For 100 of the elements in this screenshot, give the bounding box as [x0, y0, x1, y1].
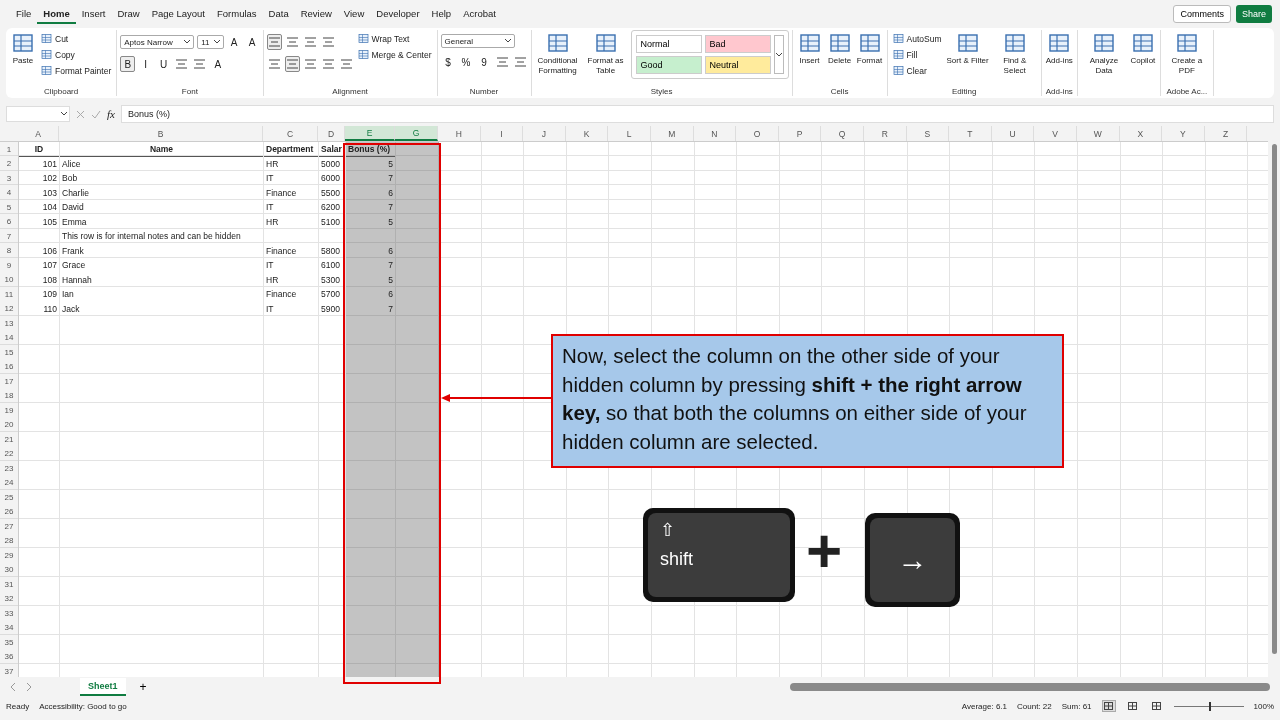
glyph-button[interactable]: A — [210, 56, 226, 72]
column-header[interactable]: B — [59, 126, 263, 141]
row-header[interactable]: 4 — [0, 185, 18, 200]
cancel-icon[interactable] — [76, 109, 85, 119]
glyph-button[interactable]: $ — [440, 54, 456, 70]
column-header[interactable]: A — [18, 126, 59, 141]
comments-button[interactable]: Comments — [1173, 5, 1231, 23]
tool-button[interactable] — [512, 54, 528, 70]
row-header[interactable]: 27 — [0, 519, 18, 534]
ribbon-button[interactable]: Delete — [825, 30, 854, 68]
column-header[interactable]: W — [1076, 126, 1120, 141]
column-header[interactable]: P — [778, 126, 822, 141]
ribbon-button[interactable]: Paste — [9, 30, 37, 68]
cell-style-option[interactable]: Normal — [635, 35, 702, 53]
row-header[interactable]: 7 — [0, 229, 18, 244]
tool-button[interactable] — [302, 56, 318, 72]
row-header[interactable]: 29 — [0, 548, 18, 563]
row-header[interactable]: 10 — [0, 272, 18, 287]
ribbon-button[interactable]: Format — [855, 30, 884, 68]
row-header[interactable]: 1 — [0, 142, 18, 157]
tool-button[interactable] — [338, 56, 354, 72]
column-header[interactable]: T — [949, 126, 992, 141]
chevron-left-icon[interactable] — [10, 683, 16, 691]
column-header[interactable]: C — [263, 126, 318, 141]
menu-tab[interactable]: Help — [425, 4, 458, 24]
cell-style-option[interactable]: Bad — [704, 35, 771, 53]
ribbon-button[interactable]: Find & Select — [991, 30, 1038, 78]
row-header[interactable]: 20 — [0, 417, 18, 432]
ribbon-button[interactable]: Wrap Text — [355, 32, 434, 45]
tool-button[interactable] — [494, 54, 510, 70]
column-header[interactable]: J — [523, 126, 566, 141]
ribbon-button[interactable]: Copilot — [1128, 30, 1157, 68]
tool-button[interactable] — [266, 34, 282, 50]
tool-button[interactable] — [320, 34, 336, 50]
column-header[interactable]: M — [650, 126, 694, 141]
row-header[interactable]: 28 — [0, 533, 18, 548]
column-header[interactable]: Q — [821, 126, 864, 141]
selected-column[interactable]: Bonus (%) 5 7 6 7 5 6 7 5 6 7 — [346, 142, 396, 677]
dropdown-field[interactable]: Aptos Narrow — [120, 35, 195, 49]
column-header[interactable]: O — [736, 126, 779, 141]
row-header[interactable]: 33 — [0, 606, 18, 621]
ribbon-button[interactable]: Fill — [890, 48, 944, 61]
ribbon-button[interactable]: Clear — [890, 64, 944, 77]
scrollbar-thumb[interactable] — [790, 683, 1270, 691]
ribbon-button[interactable]: Add-ins — [1044, 30, 1074, 68]
ribbon-button[interactable]: AutoSum — [890, 32, 944, 45]
menu-tab[interactable]: Data — [262, 4, 295, 24]
row-header[interactable]: 22 — [0, 446, 18, 461]
ribbon-button[interactable]: Copy — [39, 48, 114, 61]
column-header[interactable]: I — [480, 126, 524, 141]
dropdown-field[interactable]: 11 — [197, 35, 224, 49]
column-header[interactable]: N — [693, 126, 737, 141]
tool-button[interactable] — [302, 34, 318, 50]
dropdown-field[interactable]: General — [440, 34, 515, 48]
view-button[interactable] — [1125, 700, 1140, 712]
menu-tab[interactable]: Developer — [370, 4, 426, 24]
row-header[interactable]: 9 — [0, 258, 18, 273]
row-header[interactable]: 3 — [0, 171, 18, 186]
view-button[interactable] — [1149, 700, 1164, 712]
row-header[interactable]: 16 — [0, 359, 18, 374]
column-header[interactable]: V — [1034, 126, 1077, 141]
menu-tab[interactable]: Home — [37, 4, 76, 24]
row-header[interactable]: 2 — [0, 156, 18, 171]
row-header[interactable]: 30 — [0, 562, 18, 577]
row-header[interactable]: 24 — [0, 475, 18, 490]
tool-button[interactable] — [266, 56, 282, 72]
column-header[interactable]: L — [608, 126, 651, 141]
formula-field[interactable]: Bonus (%) — [120, 105, 1274, 123]
more-styles-button[interactable] — [773, 35, 784, 74]
row-header[interactable]: 15 — [0, 345, 18, 360]
row-header[interactable]: 8 — [0, 243, 18, 258]
column-header[interactable]: E — [345, 126, 395, 141]
row-header[interactable]: 23 — [0, 461, 18, 476]
tool-button[interactable] — [284, 34, 300, 50]
column-header[interactable]: X — [1119, 126, 1163, 141]
row-header[interactable]: 37 — [0, 664, 18, 677]
zoom-level[interactable]: 100% — [1253, 701, 1274, 711]
glyph-button[interactable]: 9 — [476, 54, 492, 70]
chevron-right-icon[interactable] — [26, 683, 32, 691]
ribbon-button[interactable]: Conditional Formatting — [534, 30, 581, 78]
row-header[interactable]: 5 — [0, 200, 18, 215]
check-icon[interactable] — [91, 109, 101, 119]
ribbon-button[interactable]: Sort & Filter — [945, 30, 990, 68]
accessibility-status[interactable]: Accessibility: Good to go — [39, 701, 127, 711]
ribbon-button[interactable]: Format Painter — [39, 64, 114, 77]
cell-style-option[interactable]: Neutral — [704, 56, 771, 74]
column-header[interactable]: H — [438, 126, 481, 141]
row-header[interactable]: 12 — [0, 301, 18, 316]
glyph-button[interactable]: A — [226, 34, 242, 50]
tool-button[interactable] — [192, 56, 208, 72]
row-header[interactable]: 36 — [0, 649, 18, 664]
glyph-button[interactable]: I — [138, 56, 154, 72]
column-header[interactable]: K — [565, 126, 609, 141]
column-header[interactable]: U — [991, 126, 1035, 141]
column-header[interactable]: Z — [1204, 126, 1248, 141]
tool-button[interactable] — [284, 56, 300, 72]
row-header[interactable]: 17 — [0, 374, 18, 389]
zoom-slider-thumb[interactable] — [1208, 701, 1211, 711]
menu-tab[interactable]: Review — [294, 4, 338, 24]
menu-tab[interactable]: File — [10, 4, 38, 24]
